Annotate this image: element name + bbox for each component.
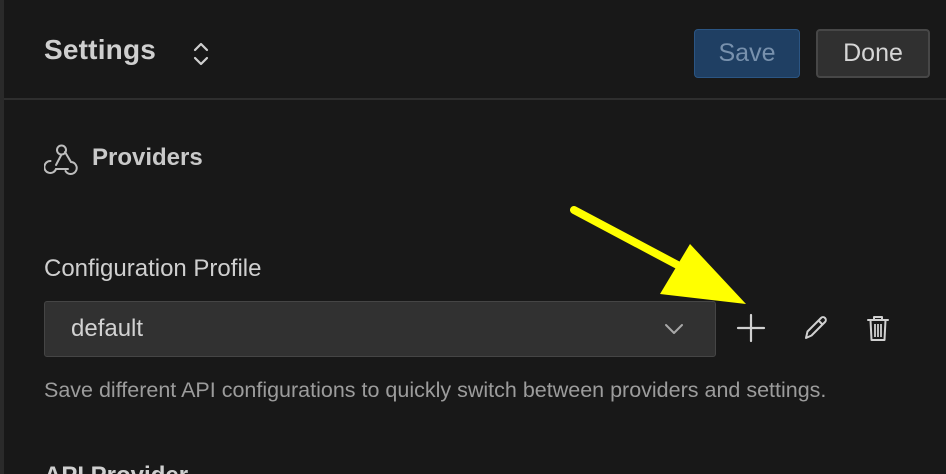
configuration-profile-help: Save different API configurations to qui…: [44, 378, 827, 402]
save-button[interactable]: Save: [694, 29, 800, 78]
settings-header: Settings Save Done: [4, 0, 946, 100]
webhook-icon: [44, 144, 78, 175]
providers-section-header: Providers: [44, 138, 203, 178]
pencil-icon[interactable]: [798, 311, 832, 345]
annotation-arrow-icon: [570, 206, 746, 304]
selected-profile: default: [71, 315, 144, 342]
settings-panel: Settings Save Done Providers Configurati…: [0, 0, 946, 474]
chevron-down-icon: [665, 324, 683, 334]
api-provider-label: API Provider: [44, 462, 188, 474]
configuration-profile-select[interactable]: default: [44, 301, 716, 357]
done-button[interactable]: Done: [816, 29, 930, 78]
plus-icon[interactable]: [734, 311, 768, 345]
configuration-profile-label: Configuration Profile: [44, 255, 262, 282]
chevron-up-down-icon[interactable]: [190, 40, 212, 68]
section-title: Providers: [92, 144, 203, 171]
trash-icon[interactable]: [861, 311, 895, 345]
page-title: Settings: [44, 34, 157, 65]
